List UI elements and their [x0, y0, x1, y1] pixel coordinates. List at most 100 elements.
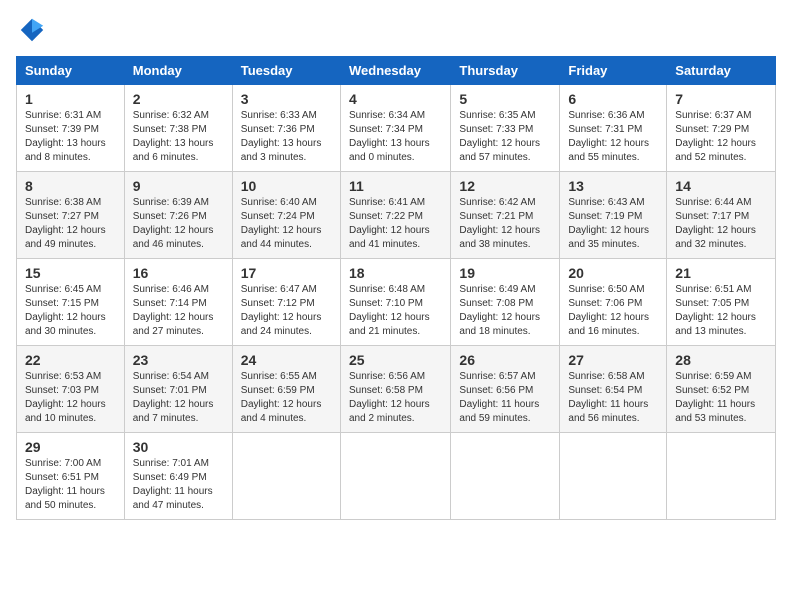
day-number: 21: [675, 265, 767, 281]
day-info: Sunrise: 6:53 AM Sunset: 7:03 PM Dayligh…: [25, 370, 116, 426]
day-number: 11: [349, 178, 442, 194]
day-number: 19: [459, 265, 551, 281]
col-header-wednesday: Wednesday: [340, 57, 450, 85]
calendar-cell: 23Sunrise: 6:54 AM Sunset: 7:01 PM Dayli…: [124, 346, 232, 433]
calendar-cell: 5 Sunrise: 6:35 AM Sunset: 7:33 PM Daylig…: [451, 85, 560, 172]
day-number: 10: [241, 178, 332, 194]
logo-icon: [18, 16, 46, 44]
day-info: Sunrise: 6:48 AM Sunset: 7:10 PM Dayligh…: [349, 283, 442, 339]
day-info: Sunrise: 6:54 AM Sunset: 7:01 PM Dayligh…: [133, 370, 224, 426]
day-number: 12: [459, 178, 551, 194]
calendar-cell: 4 Sunrise: 6:34 AM Sunset: 7:34 PM Daylig…: [340, 85, 450, 172]
calendar-cell: 13 Sunrise: 6:43 AM Sunset: 7:19 PM Dayli…: [560, 172, 667, 259]
calendar-cell: 14 Sunrise: 6:44 AM Sunset: 7:17 PM Dayli…: [667, 172, 776, 259]
day-info: Sunrise: 6:58 AM Sunset: 6:54 PM Dayligh…: [568, 370, 658, 426]
day-info: Sunrise: 6:49 AM Sunset: 7:08 PM Dayligh…: [459, 283, 551, 339]
day-info: Sunrise: 7:01 AM Sunset: 6:49 PM Dayligh…: [133, 457, 224, 513]
day-info: Sunrise: 6:59 AM Sunset: 6:52 PM Dayligh…: [675, 370, 767, 426]
day-info: Sunrise: 6:34 AM Sunset: 7:34 PM Dayligh…: [349, 109, 442, 165]
day-info: Sunrise: 6:44 AM Sunset: 7:17 PM Dayligh…: [675, 196, 767, 252]
calendar-cell: 15 Sunrise: 6:45 AM Sunset: 7:15 PM Dayli…: [17, 259, 125, 346]
calendar-cell: 6 Sunrise: 6:36 AM Sunset: 7:31 PM Daylig…: [560, 85, 667, 172]
calendar-cell: 27 Sunrise: 6:58 AM Sunset: 6:54 PM Dayli…: [560, 346, 667, 433]
day-number: 6: [568, 91, 658, 107]
day-info: Sunrise: 6:47 AM Sunset: 7:12 PM Dayligh…: [241, 283, 332, 339]
calendar-cell: 20Sunrise: 6:50 AM Sunset: 7:06 PM Dayli…: [560, 259, 667, 346]
day-info: Sunrise: 6:45 AM Sunset: 7:15 PM Dayligh…: [25, 283, 116, 339]
col-header-friday: Friday: [560, 57, 667, 85]
calendar-cell: 17 Sunrise: 6:47 AM Sunset: 7:12 PM Dayli…: [232, 259, 340, 346]
calendar-cell: 3 Sunrise: 6:33 AM Sunset: 7:36 PM Daylig…: [232, 85, 340, 172]
day-info: Sunrise: 6:38 AM Sunset: 7:27 PM Dayligh…: [25, 196, 116, 252]
day-number: 18: [349, 265, 442, 281]
calendar-cell: [560, 433, 667, 520]
day-number: 13: [568, 178, 658, 194]
day-info: Sunrise: 6:55 AM Sunset: 6:59 PM Dayligh…: [241, 370, 332, 426]
day-number: 2: [133, 91, 224, 107]
calendar-cell: 26 Sunrise: 6:57 AM Sunset: 6:56 PM Dayli…: [451, 346, 560, 433]
day-number: 15: [25, 265, 116, 281]
calendar-cell: 8 Sunrise: 6:38 AM Sunset: 7:27 PM Daylig…: [17, 172, 125, 259]
calendar-week-2: 8 Sunrise: 6:38 AM Sunset: 7:27 PM Daylig…: [17, 172, 776, 259]
calendar-cell: 10 Sunrise: 6:40 AM Sunset: 7:24 PM Dayli…: [232, 172, 340, 259]
calendar-cell: 9 Sunrise: 6:39 AM Sunset: 7:26 PM Daylig…: [124, 172, 232, 259]
day-info: Sunrise: 6:57 AM Sunset: 6:56 PM Dayligh…: [459, 370, 551, 426]
calendar-week-1: 1 Sunrise: 6:31 AM Sunset: 7:39 PM Daylig…: [17, 85, 776, 172]
day-info: Sunrise: 6:35 AM Sunset: 7:33 PM Dayligh…: [459, 109, 551, 165]
calendar-cell: [232, 433, 340, 520]
day-number: 25: [349, 352, 442, 368]
calendar-cell: 30 Sunrise: 7:01 AM Sunset: 6:49 PM Dayli…: [124, 433, 232, 520]
calendar-cell: 21 Sunrise: 6:51 AM Sunset: 7:05 PM Dayli…: [667, 259, 776, 346]
calendar-cell: 22 Sunrise: 6:53 AM Sunset: 7:03 PM Dayli…: [17, 346, 125, 433]
col-header-sunday: Sunday: [17, 57, 125, 85]
calendar-week-4: 22 Sunrise: 6:53 AM Sunset: 7:03 PM Dayli…: [17, 346, 776, 433]
day-number: 27: [568, 352, 658, 368]
calendar-cell: [340, 433, 450, 520]
day-info: Sunrise: 6:33 AM Sunset: 7:36 PM Dayligh…: [241, 109, 332, 165]
day-number: 16: [133, 265, 224, 281]
day-info: Sunrise: 6:56 AM Sunset: 6:58 PM Dayligh…: [349, 370, 442, 426]
day-info: Sunrise: 6:31 AM Sunset: 7:39 PM Dayligh…: [25, 109, 116, 165]
day-info: Sunrise: 6:46 AM Sunset: 7:14 PM Dayligh…: [133, 283, 224, 339]
calendar-cell: [451, 433, 560, 520]
day-info: Sunrise: 7:00 AM Sunset: 6:51 PM Dayligh…: [25, 457, 116, 513]
day-info: Sunrise: 6:39 AM Sunset: 7:26 PM Dayligh…: [133, 196, 224, 252]
calendar-week-5: 29 Sunrise: 7:00 AM Sunset: 6:51 PM Dayli…: [17, 433, 776, 520]
calendar-cell: [667, 433, 776, 520]
day-number: 4: [349, 91, 442, 107]
calendar-cell: 29 Sunrise: 7:00 AM Sunset: 6:51 PM Dayli…: [17, 433, 125, 520]
day-number: 26: [459, 352, 551, 368]
day-number: 17: [241, 265, 332, 281]
col-header-tuesday: Tuesday: [232, 57, 340, 85]
col-header-monday: Monday: [124, 57, 232, 85]
day-number: 3: [241, 91, 332, 107]
calendar-table: SundayMondayTuesdayWednesdayThursdayFrid…: [16, 56, 776, 520]
day-info: Sunrise: 6:43 AM Sunset: 7:19 PM Dayligh…: [568, 196, 658, 252]
day-number: 22: [25, 352, 116, 368]
day-number: 28: [675, 352, 767, 368]
day-number: 8: [25, 178, 116, 194]
calendar-week-3: 15 Sunrise: 6:45 AM Sunset: 7:15 PM Dayli…: [17, 259, 776, 346]
day-info: Sunrise: 6:36 AM Sunset: 7:31 PM Dayligh…: [568, 109, 658, 165]
calendar-cell: 7Sunrise: 6:37 AM Sunset: 7:29 PM Daylig…: [667, 85, 776, 172]
day-number: 14: [675, 178, 767, 194]
day-info: Sunrise: 6:40 AM Sunset: 7:24 PM Dayligh…: [241, 196, 332, 252]
col-header-saturday: Saturday: [667, 57, 776, 85]
day-number: 30: [133, 439, 224, 455]
calendar-cell: 1 Sunrise: 6:31 AM Sunset: 7:39 PM Daylig…: [17, 85, 125, 172]
day-number: 29: [25, 439, 116, 455]
day-number: 5: [459, 91, 551, 107]
day-info: Sunrise: 6:42 AM Sunset: 7:21 PM Dayligh…: [459, 196, 551, 252]
day-number: 1: [25, 91, 116, 107]
day-info: Sunrise: 6:50 AM Sunset: 7:06 PM Dayligh…: [568, 283, 658, 339]
calendar-cell: 2 Sunrise: 6:32 AM Sunset: 7:38 PM Daylig…: [124, 85, 232, 172]
day-info: Sunrise: 6:32 AM Sunset: 7:38 PM Dayligh…: [133, 109, 224, 165]
page-header: [16, 16, 776, 44]
calendar-cell: 12 Sunrise: 6:42 AM Sunset: 7:21 PM Dayli…: [451, 172, 560, 259]
calendar-cell: 25 Sunrise: 6:56 AM Sunset: 6:58 PM Dayli…: [340, 346, 450, 433]
day-info: Sunrise: 6:41 AM Sunset: 7:22 PM Dayligh…: [349, 196, 442, 252]
day-info: Sunrise: 6:51 AM Sunset: 7:05 PM Dayligh…: [675, 283, 767, 339]
day-number: 9: [133, 178, 224, 194]
logo: [16, 16, 46, 44]
calendar-cell: 28 Sunrise: 6:59 AM Sunset: 6:52 PM Dayli…: [667, 346, 776, 433]
